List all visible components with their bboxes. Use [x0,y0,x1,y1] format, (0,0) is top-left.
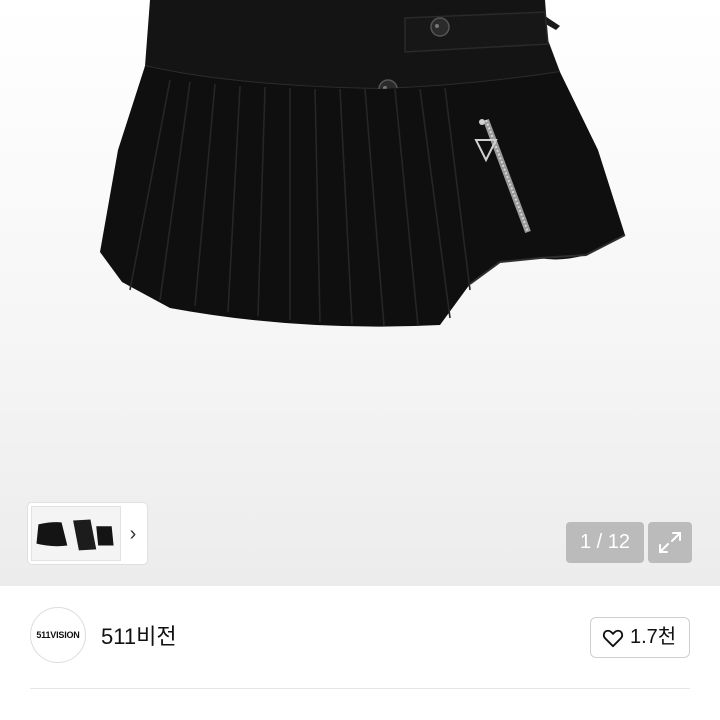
expand-button[interactable] [648,522,692,563]
product-image[interactable] [0,0,720,586]
like-count: 1.7천 [630,626,677,648]
image-counter: 1 / 12 [566,522,644,563]
heart-icon [602,629,624,648]
divider [30,688,690,689]
shop-name[interactable]: 511비전 [101,622,177,652]
product-gallery[interactable]: › 1 / 12 [0,0,720,586]
like-button[interactable]: 1.7천 [590,617,690,658]
skirt-thumbnail[interactable] [31,506,121,561]
avatar[interactable]: 511VISION [30,607,86,663]
expand-icon [659,532,681,553]
avatar-logo: 511VISION [36,630,80,640]
chevron-right-icon[interactable]: › [123,521,143,547]
